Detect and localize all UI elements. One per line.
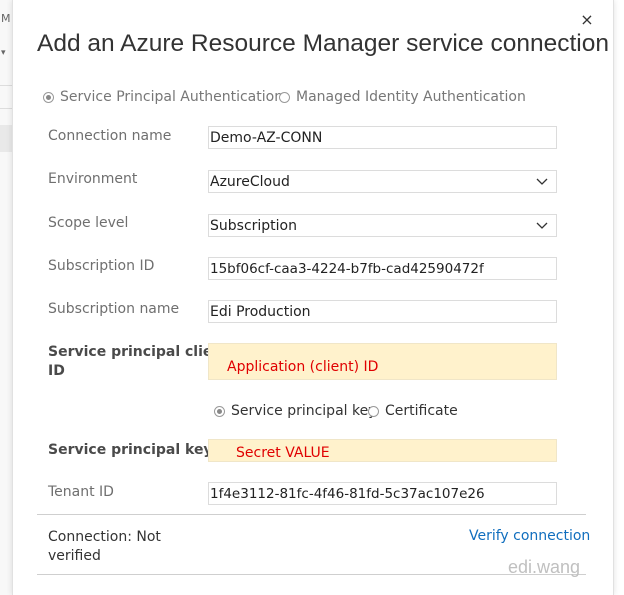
auth-option-managed-identity[interactable]: Managed Identity Authentication: [279, 89, 526, 105]
credential-option-key[interactable]: Service principal key: [214, 403, 377, 419]
watermark: edi.wang: [508, 557, 581, 577]
connection-status-line2: verified: [48, 548, 101, 564]
subscription-name-value: Edi Production: [210, 304, 311, 320]
chevron-down-icon[interactable]: [536, 219, 548, 231]
tenant-id-value: 1f4e3112-81fc-4f46-81fd-5c37ac107e26: [210, 486, 485, 502]
background-arrow-icon: ▾: [1, 48, 6, 58]
client-id-input[interactable]: Application (client) ID: [208, 343, 557, 380]
client-id-label: Service principal client ID: [48, 343, 229, 381]
subscription-id-label: Subscription ID: [48, 258, 155, 274]
auth-option-service-principal[interactable]: Service Principal Authentication: [43, 89, 283, 105]
background-text: M: [1, 12, 11, 25]
environment-label: Environment: [48, 171, 138, 187]
subscription-name-label: Subscription name: [48, 301, 180, 317]
connection-name-label: Connection name: [48, 128, 172, 144]
background-selected-item: [0, 125, 12, 152]
subscription-id-input[interactable]: 15bf06cf-caa3-4224-b7fb-cad42590472f: [208, 257, 557, 280]
background-divider: [0, 85, 12, 86]
radio-checked-icon[interactable]: [214, 405, 225, 417]
sp-key-annotation: Secret VALUE: [236, 445, 330, 461]
radio-checked-icon[interactable]: [43, 91, 54, 103]
verify-connection-link[interactable]: Verify connection: [469, 528, 590, 544]
connection-name-value: Demo-AZ-CONN: [210, 130, 323, 146]
environment-value: AzureCloud: [210, 174, 290, 190]
subscription-name-input[interactable]: Edi Production: [208, 300, 557, 323]
connection-status: Connection: Not verified: [48, 528, 161, 566]
sp-key-label: Service principal key: [48, 442, 213, 458]
subscription-id-value: 15bf06cf-caa3-4224-b7fb-cad42590472f: [210, 261, 484, 277]
radio-unchecked-icon[interactable]: [279, 91, 290, 103]
background-divider: [0, 108, 12, 109]
tenant-id-label: Tenant ID: [48, 484, 114, 500]
chevron-down-icon[interactable]: [536, 175, 548, 187]
sp-key-input[interactable]: Secret VALUE: [208, 439, 557, 462]
scope-level-label: Scope level: [48, 215, 129, 231]
bottom-divider: [37, 574, 586, 575]
connection-status-line1: Connection: Not: [48, 529, 161, 545]
credential-option-certificate[interactable]: Certificate: [368, 403, 458, 419]
service-connection-dialog: × Add an Azure Resource Manager service …: [12, 0, 614, 595]
credential-option-label: Service principal key: [231, 403, 377, 419]
client-id-label-line2: ID: [48, 363, 65, 379]
background-page: M ▾: [0, 0, 12, 595]
credential-option-label: Certificate: [385, 403, 458, 419]
auth-option-label: Service Principal Authentication: [60, 89, 284, 105]
close-icon[interactable]: ×: [578, 11, 596, 29]
footer-divider: [37, 514, 586, 515]
scope-level-select[interactable]: Subscription: [208, 214, 557, 237]
client-id-label-line1: Service principal client: [48, 344, 230, 360]
client-id-annotation: Application (client) ID: [227, 359, 379, 375]
environment-select[interactable]: AzureCloud: [208, 170, 557, 193]
scope-level-value: Subscription: [210, 218, 297, 234]
auth-option-label: Managed Identity Authentication: [296, 89, 526, 105]
tenant-id-input[interactable]: 1f4e3112-81fc-4f46-81fd-5c37ac107e26: [208, 482, 557, 505]
radio-unchecked-icon[interactable]: [368, 405, 379, 417]
connection-name-input[interactable]: Demo-AZ-CONN: [208, 126, 557, 149]
dialog-title: Add an Azure Resource Manager service co…: [37, 30, 609, 57]
